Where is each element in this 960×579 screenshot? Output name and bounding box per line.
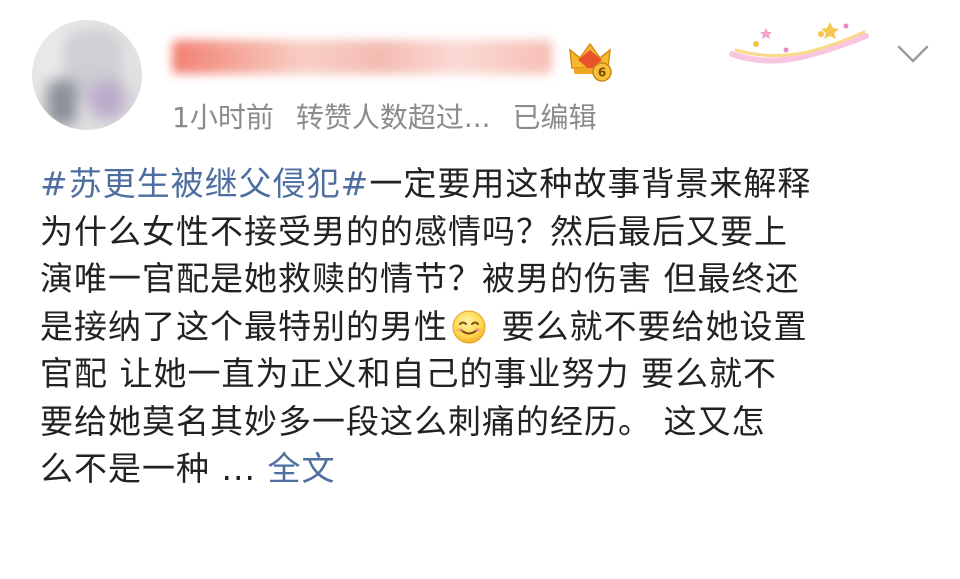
avatar-blur-region [47,80,77,125]
hashtag-link[interactable]: #苏更生被继父侵犯# [40,164,369,203]
sparkle-decoration-icon [726,14,874,72]
username-blur-mask [172,40,552,74]
content-line: #苏更生被继父侵犯#一定要用这种故事背景来解释 [40,160,930,208]
post-time: 1小时前 [172,101,274,134]
content-text: 么不是一种 ... [40,449,268,488]
avatar-blur-region [87,80,127,120]
weibo-post: 6 1小时前 转赞人数超过... 已编辑 #苏更生被继父侵犯#一定要用这种故事背… [0,0,960,579]
content-line: 官配 让她一直为正义和自己的事业努力 要么就不 [40,354,777,393]
username-blurred[interactable] [172,36,562,80]
chevron-down-icon[interactable] [895,42,931,66]
full-text-link[interactable]: 全文 [267,449,335,488]
crown-badge-icon[interactable]: 6 [566,38,614,82]
edited-label: 已编辑 [512,101,597,134]
content-line: 是接纳了这个最特别的男性 要么就不要给她设置 [40,303,930,351]
post-meta: 1小时前 转赞人数超过... 已编辑 [172,96,597,136]
repost-count[interactable]: 转赞人数超过... [296,96,491,136]
content-line: 为什么女性不接受男的的感情吗？然后最后又要上 [40,211,788,251]
badge-level: 6 [598,66,606,80]
content-line: 么不是一种 ... 全文 [40,445,930,493]
content-line: 要给她莫名其妙多一段这么刺痛的经历。 这又怎 [40,401,766,441]
avatar[interactable] [32,20,142,130]
post-content: #苏更生被继父侵犯#一定要用这种故事背景来解释 为什么女性不接受男的的感情吗？然… [40,160,930,493]
content-line: 演唯一官配是她救赎的情节？被男的伤害 但最终还 [40,259,800,298]
content-text: 是接纳了这个最特别的男性 [40,306,448,346]
content-text: 一定要用这种故事背景来解释 [369,164,812,203]
content-text: 要么就不要给她设置 [490,306,808,346]
smile-emoji-icon [451,309,487,345]
